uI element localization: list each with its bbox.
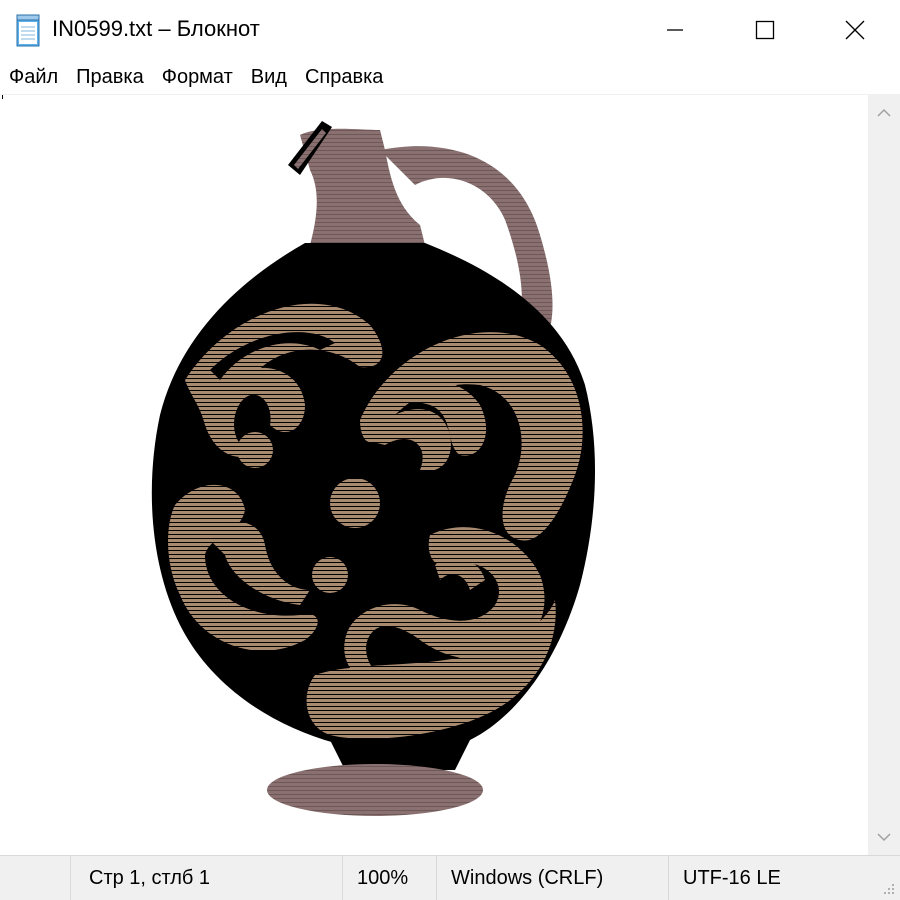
menu-file[interactable]: Файл — [0, 60, 67, 94]
chevron-up-icon — [877, 108, 891, 117]
decor-dot-bottom-left — [312, 557, 348, 593]
minimize-icon — [667, 29, 683, 31]
menu-view[interactable]: Вид — [242, 60, 296, 94]
title-bar[interactable]: IN0599.txt – Блокнот — [0, 0, 900, 60]
maximize-icon — [755, 20, 775, 40]
chevron-down-icon — [877, 833, 891, 842]
menu-format[interactable]: Формат — [153, 60, 242, 94]
scroll-up-button[interactable] — [868, 95, 900, 131]
decor-dot-center — [330, 478, 380, 528]
status-line-endings: Windows (CRLF) — [436, 856, 668, 900]
maximize-button[interactable] — [720, 0, 810, 60]
status-bar: Стр 1, стлб 1 100% Windows (CRLF) UTF-16… — [0, 855, 900, 900]
menu-help[interactable]: Справка — [296, 60, 392, 94]
window-title: IN0599.txt – Блокнот — [52, 16, 260, 41]
minimize-button[interactable] — [630, 0, 720, 60]
decor-dot-left — [237, 432, 273, 468]
text-editor-area[interactable] — [0, 95, 868, 855]
notepad-icon — [16, 14, 40, 47]
vertical-scrollbar[interactable] — [868, 95, 900, 855]
close-icon — [845, 20, 865, 40]
status-encoding: UTF-16 LE — [668, 856, 868, 900]
menu-bar: Файл Правка Формат Вид Справка — [0, 60, 900, 94]
menu-edit[interactable]: Правка — [67, 60, 153, 94]
notepad-window: IN0599.txt – Блокнот Файл Правка Формат … — [0, 0, 900, 900]
status-cursor-position: Стр 1, стлб 1 — [70, 856, 342, 900]
jug-ascii-art — [151, 121, 596, 816]
resize-grip-icon[interactable] — [880, 880, 896, 896]
scroll-down-button[interactable] — [868, 819, 900, 855]
status-zoom: 100% — [342, 856, 436, 900]
jug-foot — [267, 764, 483, 816]
close-button[interactable] — [810, 0, 900, 60]
